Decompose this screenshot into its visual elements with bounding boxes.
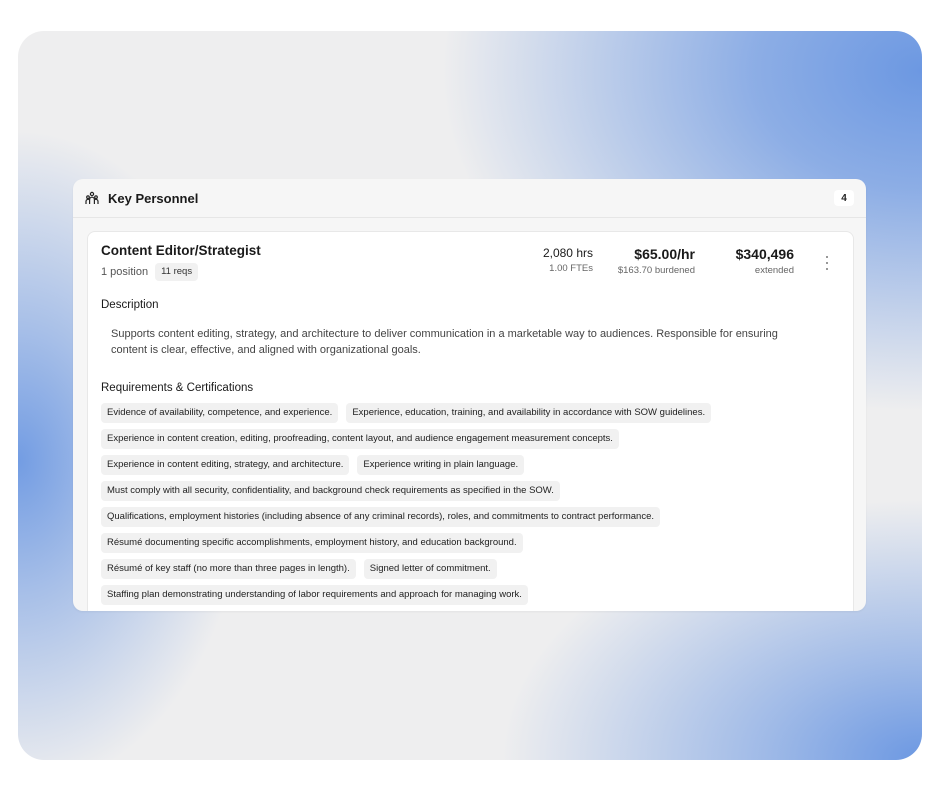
requirements-list: Evidence of availability, competence, an… [101,403,841,611]
requirement-chip: Résumé of key staff (no more than three … [101,559,356,579]
positions-count: 1 position [101,266,149,278]
requirement-chip: Experience in content editing, strategy,… [101,455,350,475]
requirements-label: Requirements & Certifications [101,382,254,394]
requirement-chip: Qualifications, employment histories (in… [101,507,661,527]
personnel-card: Content Editor/Strategist 1 position 11 … [87,231,854,611]
requirements-row: Experience in content editing, strategy,… [101,455,841,475]
extended-value: $340,496 [735,246,794,262]
panel-title: Key Personnel [108,190,199,206]
extended-metric: $340,496 extended [736,246,794,276]
role-subtitle: 1 position 11 reqs [101,263,199,281]
requirement-chip: Experience writing in plain language. [357,455,525,475]
requirement-chip: Must comply with all security, confident… [101,481,560,501]
hourly-rate: $65.00/hr [634,246,695,262]
people-group-icon [85,191,99,205]
extended-label: extended [754,265,794,276]
personnel-count-badge: 4 [834,190,854,206]
requirement-chip: Résumé documenting specific accomplishme… [101,533,523,553]
requirements-row: Evidence of availability, competence, an… [101,403,841,423]
hours-metric: 2,080 hrs 1.00 FTEs [543,246,593,274]
requirement-chip: Signed letter of commitment. [363,559,497,579]
requirements-row: Staffing plan demonstrating understandin… [101,585,841,605]
requirement-chip: Staffing plan demonstrating understandin… [101,585,528,605]
requirement-chip: Experience, education, training, and ava… [346,403,712,423]
ftes-value: 1.00 FTEs [549,263,593,274]
panel-header[interactable]: Key Personnel 4 [73,179,866,218]
hours-value: 2,080 hrs [542,246,593,260]
description-text: Supports content editing, strategy, and … [111,328,778,356]
role-title: Content Editor/Strategist [101,243,261,258]
requirements-row: Qualifications, employment histories (in… [101,507,841,527]
requirements-row: Résumé of key staff (no more than three … [101,559,841,579]
requirement-chip: Experience in content creation, editing,… [101,429,619,449]
requirements-row: Must comply with all security, confident… [101,481,841,501]
key-personnel-panel: Key Personnel 4 Content Editor/Strategis… [73,179,866,611]
rate-metric: $65.00/hr $163.70 burdened [618,246,695,276]
requirements-row: Experience in content creation, editing,… [101,429,841,449]
requirement-chip: Evidence of availability, competence, an… [101,403,339,423]
more-vertical-icon[interactable] [823,256,831,270]
reqs-badge[interactable]: 11 reqs [155,263,199,281]
requirements-row: Résumé documenting specific accomplishme… [101,533,841,553]
description-label: Description [101,299,159,311]
burdened-rate: $163.70 burdened [617,265,695,276]
